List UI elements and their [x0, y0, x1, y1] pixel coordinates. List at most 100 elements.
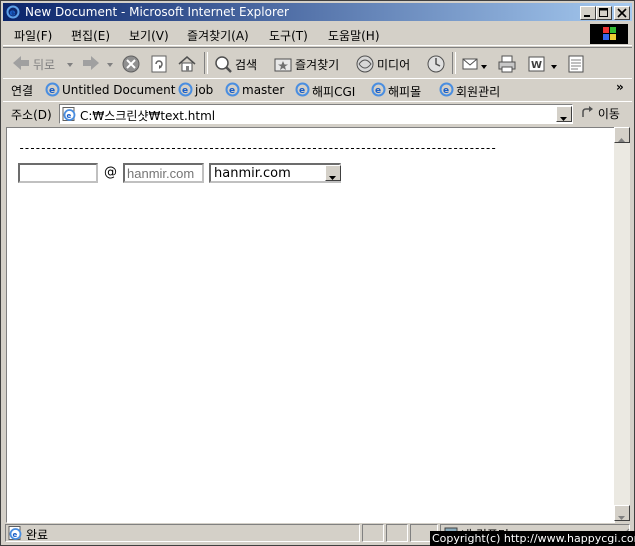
- maximize-button[interactable]: [596, 6, 612, 20]
- favorites-icon: [273, 58, 293, 77]
- notepad-icon: [566, 55, 586, 77]
- svg-text:e: e: [13, 531, 18, 539]
- ie-page-icon: e: [8, 526, 23, 544]
- address-value: C:₩스크린샷₩text.html: [80, 109, 216, 123]
- svg-text:e: e: [182, 86, 188, 96]
- go-arrow-icon: [580, 106, 594, 121]
- address-bar: 주소(D) e C:₩스크린샷₩text.html 이동: [3, 101, 632, 126]
- chevron-down-icon: [560, 111, 568, 125]
- svg-text:e: e: [49, 86, 55, 96]
- back-button[interactable]: 뒤로: [11, 54, 73, 75]
- mail-dropdown-icon[interactable]: [481, 60, 488, 74]
- back-arrow-icon: [11, 56, 31, 75]
- forward-button[interactable]: [81, 54, 113, 75]
- links-more-chevron-icon[interactable]: »: [616, 80, 624, 94]
- chevron-down-icon: [329, 170, 337, 184]
- back-dropdown-icon[interactable]: [67, 58, 74, 72]
- svg-text:e: e: [443, 86, 449, 96]
- address-dropdown-button[interactable]: [556, 106, 572, 122]
- ie-page-icon: e: [178, 82, 193, 100]
- status-pane: [386, 524, 408, 542]
- stop-icon: [121, 55, 141, 77]
- close-button[interactable]: [614, 6, 630, 20]
- mail-button[interactable]: [461, 54, 487, 77]
- svg-text:e: e: [229, 86, 235, 96]
- menu-file[interactable]: 파일(F): [14, 27, 52, 44]
- ie-page-icon: e: [225, 82, 240, 100]
- print-button[interactable]: [497, 54, 517, 74]
- svg-text:e: e: [10, 9, 16, 19]
- ie-page-icon: e: [295, 82, 310, 100]
- domain-select-value: hanmir.com: [214, 166, 291, 181]
- link-label: 회원관리: [456, 85, 501, 99]
- forward-arrow-icon: [81, 56, 101, 75]
- domain-select[interactable]: hanmir.com: [209, 163, 341, 183]
- vertical-scrollbar[interactable]: [614, 127, 630, 521]
- home-icon: [177, 56, 197, 77]
- links-label: 연결: [11, 84, 34, 98]
- dashed-line: ----------------------------------------…: [18, 141, 497, 155]
- status-text: 완료: [26, 528, 49, 542]
- history-button[interactable]: [426, 54, 446, 74]
- toolbar-separator: [204, 52, 208, 74]
- link-label: master: [242, 83, 285, 97]
- domain-select-dropdown-button[interactable]: [325, 165, 341, 181]
- discuss-button[interactable]: [566, 54, 586, 74]
- scroll-down-button[interactable]: [614, 505, 630, 521]
- copyright-overlay: Copyright(c) http://www.happycgi.com: [430, 531, 635, 546]
- email-user-input[interactable]: [18, 163, 98, 183]
- forward-dropdown-icon[interactable]: [107, 58, 114, 72]
- search-label: 검색: [235, 58, 258, 72]
- favorites-label: 즐겨찾기: [295, 58, 340, 72]
- standard-toolbar: 뒤로 검색 즐겨찾기 미디어 W: [3, 47, 632, 78]
- window-title: New Document - Microsoft Internet Explor…: [25, 5, 289, 19]
- svg-text:W: W: [531, 60, 542, 71]
- ie-page-icon: e: [439, 82, 454, 100]
- svg-text:e: e: [67, 112, 72, 120]
- edit-button[interactable]: W: [527, 54, 557, 77]
- history-icon: [426, 55, 446, 77]
- page-content: ----------------------------------------…: [6, 127, 615, 523]
- menu-view[interactable]: 보기(V): [129, 27, 169, 44]
- scroll-up-button[interactable]: [614, 127, 630, 143]
- toolbar-separator: [452, 52, 456, 74]
- link-label: 해피CGI: [312, 85, 356, 99]
- refresh-button[interactable]: [149, 54, 169, 74]
- status-text-pane: e 완료: [5, 524, 360, 542]
- menu-tools[interactable]: 도구(T): [269, 27, 308, 44]
- link-label: Untitled Document: [62, 83, 176, 97]
- search-button[interactable]: 검색: [213, 54, 257, 77]
- edit-dropdown-icon[interactable]: [551, 60, 558, 74]
- menu-bar: 파일(F) 편집(E) 보기(V) 즐겨찾기(A) 도구(T) 도움말(H): [3, 23, 632, 46]
- ie-icon: e: [6, 5, 20, 19]
- link-label: job: [195, 83, 214, 97]
- status-pane: [362, 524, 384, 542]
- mail-icon: [461, 58, 481, 77]
- ie-page-icon: e: [371, 82, 386, 100]
- refresh-icon: [149, 55, 169, 77]
- menu-favorites[interactable]: 즐겨찾기(A): [187, 27, 249, 44]
- media-icon: [355, 55, 375, 77]
- media-label: 미디어: [377, 58, 411, 72]
- back-label: 뒤로: [33, 58, 56, 72]
- links-bar: 연결 e Untitled Document e job e master e …: [3, 78, 632, 102]
- address-label: 주소(D): [11, 108, 52, 122]
- minimize-button[interactable]: [580, 6, 596, 20]
- menu-edit[interactable]: 편집(E): [71, 27, 110, 44]
- title-bar[interactable]: e New Document - Microsoft Internet Expl…: [3, 3, 632, 21]
- word-icon: W: [527, 56, 547, 77]
- address-input[interactable]: e C:₩스크린샷₩text.html: [59, 104, 573, 124]
- go-label: 이동: [597, 107, 620, 121]
- home-button[interactable]: [177, 54, 197, 74]
- chevron-down-icon: [618, 510, 626, 524]
- media-button[interactable]: 미디어: [355, 54, 410, 77]
- ie-page-icon: e: [45, 82, 60, 100]
- search-icon: [213, 56, 233, 77]
- at-sign: @: [104, 165, 117, 180]
- go-button[interactable]: 이동: [580, 105, 620, 122]
- favorites-button[interactable]: 즐겨찾기: [273, 54, 339, 77]
- stop-button[interactable]: [121, 54, 141, 74]
- menu-help[interactable]: 도움말(H): [328, 27, 380, 44]
- email-domain-input[interactable]: [123, 163, 204, 183]
- chevron-up-icon: [618, 132, 626, 146]
